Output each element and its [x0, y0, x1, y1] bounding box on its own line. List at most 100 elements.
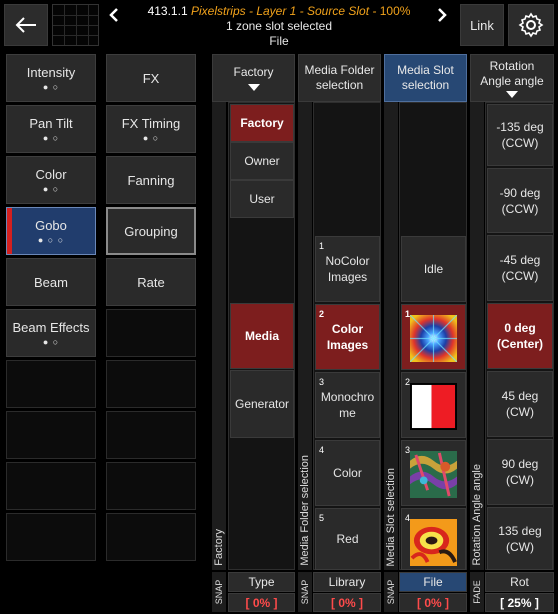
item-label: User	[249, 192, 275, 206]
thumbnail-image	[410, 451, 457, 498]
feature-empty[interactable]	[6, 360, 96, 408]
feature-empty[interactable]	[106, 309, 196, 357]
feature-empty[interactable]	[6, 513, 96, 561]
item-label: 135 deg (CW)	[498, 523, 542, 554]
folder-item-5[interactable]: 5 Red	[315, 508, 380, 570]
feature-empty[interactable]	[106, 513, 196, 561]
dropdown-arrow-icon	[506, 90, 518, 98]
slot-item-2[interactable]: 2	[401, 372, 466, 438]
slot-footer-value[interactable]: [ 0% ]	[399, 593, 467, 612]
folder-header-line2: selection	[315, 78, 364, 92]
slot-item-idle[interactable]: Idle	[401, 236, 466, 302]
type-footer-label[interactable]: Type	[228, 572, 295, 592]
rotation-item-neg45[interactable]: -45 deg (CCW)	[487, 235, 553, 301]
feature-intensity[interactable]: Intensity ● ○	[6, 54, 96, 102]
rotation-item-neg90[interactable]: -90 deg (CCW)	[487, 168, 553, 233]
feature-fx[interactable]: FX	[106, 54, 196, 102]
slot-strip: Media Slot selection	[384, 102, 398, 570]
slot-snap[interactable]: SNAP	[384, 572, 398, 612]
feature-empty[interactable]	[6, 411, 96, 459]
rotation-header-line2: Angle angle	[480, 73, 544, 88]
item-label: 45 deg (CW)	[501, 389, 539, 419]
chevron-left-icon	[109, 8, 118, 22]
feature-empty[interactable]	[6, 462, 96, 510]
folder-snap[interactable]: SNAP	[298, 572, 312, 612]
item-label: Idle	[423, 262, 444, 276]
item-label: 90 deg (CW)	[501, 457, 539, 487]
folder-item-3[interactable]: 3 Monochro me	[315, 372, 380, 438]
item-number: 5	[319, 513, 325, 523]
type-item-generator[interactable]: Generator	[230, 370, 294, 438]
snap-label: SNAP	[300, 579, 310, 605]
feature-empty[interactable]	[106, 462, 196, 510]
rotation-strip: Rotation Angle angle	[470, 102, 484, 570]
type-footer-value[interactable]: [ 0% ]	[228, 593, 295, 612]
gear-icon	[518, 12, 544, 38]
folder-strip: Media Folder selection	[298, 102, 312, 570]
settings-button[interactable]	[508, 4, 554, 46]
thumbnail-image	[410, 315, 457, 362]
feature-empty[interactable]	[106, 411, 196, 459]
feature-empty[interactable]	[106, 360, 196, 408]
type-snap[interactable]: SNAP	[212, 572, 226, 612]
footer-label: Rot	[510, 575, 529, 589]
rotation-item-45[interactable]: 45 deg (CW)	[487, 371, 553, 437]
slot-footer-label[interactable]: File	[399, 572, 467, 592]
rotation-item-90[interactable]: 90 deg (CW)	[487, 439, 553, 505]
rotation-footer-label[interactable]: Rot	[485, 572, 554, 592]
feature-gobo[interactable]: Gobo ● ○ ○	[6, 207, 96, 255]
link-button[interactable]: Link	[460, 4, 504, 46]
rotation-footer-value[interactable]: [ 25% ]	[485, 593, 554, 612]
folder-footer-label[interactable]: Library	[313, 572, 381, 592]
folder-column-header[interactable]: Media Folder selection	[298, 54, 381, 102]
footer-label: Type	[248, 575, 275, 589]
rotation-item-135[interactable]: 135 deg (CW)	[487, 507, 553, 570]
slot-item-4[interactable]: 4	[401, 508, 466, 570]
folder-footer-value[interactable]: [ 0% ]	[313, 593, 381, 612]
item-number: 2	[319, 309, 325, 319]
type-item-user[interactable]: User	[230, 180, 294, 218]
folder-item-4[interactable]: 4 Color	[315, 440, 380, 506]
slot-item-1[interactable]: 1	[401, 304, 466, 370]
prev-button[interactable]	[104, 4, 124, 26]
feature-fx-timing[interactable]: FX Timing ● ○	[106, 105, 196, 153]
slot-item-3[interactable]: 3	[401, 440, 466, 506]
feature-beam-effects[interactable]: Beam Effects ● ○	[6, 309, 96, 357]
slot-column-header[interactable]: Media Slot selection	[384, 54, 467, 102]
footer-value: [ 25% ]	[500, 595, 539, 610]
type-strip: Factory	[212, 102, 226, 570]
rotation-column-header[interactable]: Rotation Angle angle	[470, 54, 554, 102]
feature-beam[interactable]: Beam	[6, 258, 96, 306]
rotation-fade[interactable]: FADE	[470, 572, 484, 612]
feature-pan-tilt[interactable]: Pan Tilt ● ○	[6, 105, 96, 153]
feature-grouping[interactable]: Grouping	[106, 207, 196, 255]
footer-value: [ 0% ]	[416, 595, 449, 610]
folder-header-line1: Media Folder	[304, 63, 375, 77]
item-label: NoColor Images	[325, 254, 370, 284]
feature-label: Grouping	[124, 223, 178, 239]
item-label: Color	[333, 466, 362, 480]
feature-rate[interactable]: Rate	[106, 258, 196, 306]
type-item-factory[interactable]: Factory	[230, 104, 294, 142]
header-title: 413.1.1 Pixelstrips - Layer 1 - Source S…	[126, 4, 432, 19]
feature-color[interactable]: Color ● ○	[6, 156, 96, 204]
header-info: 413.1.1 Pixelstrips - Layer 1 - Source S…	[126, 4, 432, 49]
snap-label: SNAP	[214, 579, 224, 605]
rotation-item-0[interactable]: 0 deg (Center)	[487, 303, 553, 369]
item-number: 4	[319, 445, 325, 455]
folder-item-2[interactable]: 2 Color Images	[315, 304, 380, 370]
slot-header-line1: Media Slot	[397, 63, 454, 77]
type-column-header[interactable]: Factory	[212, 54, 295, 102]
slot-strip-label: Media Slot selection	[385, 467, 397, 566]
back-button[interactable]	[4, 4, 48, 46]
type-item-owner[interactable]: Owner	[230, 142, 294, 180]
rotation-item-neg135[interactable]: -135 deg (CCW)	[487, 104, 553, 166]
feature-fanning[interactable]: Fanning	[106, 156, 196, 204]
feature-dots: ● ○	[42, 81, 60, 92]
next-button[interactable]	[432, 4, 452, 26]
type-item-media[interactable]: Media	[230, 303, 294, 369]
layout-minimap[interactable]	[52, 4, 99, 46]
footer-label: File	[423, 575, 443, 589]
folder-item-1[interactable]: 1 NoColor Images	[315, 236, 380, 302]
item-number: 3	[319, 377, 325, 387]
